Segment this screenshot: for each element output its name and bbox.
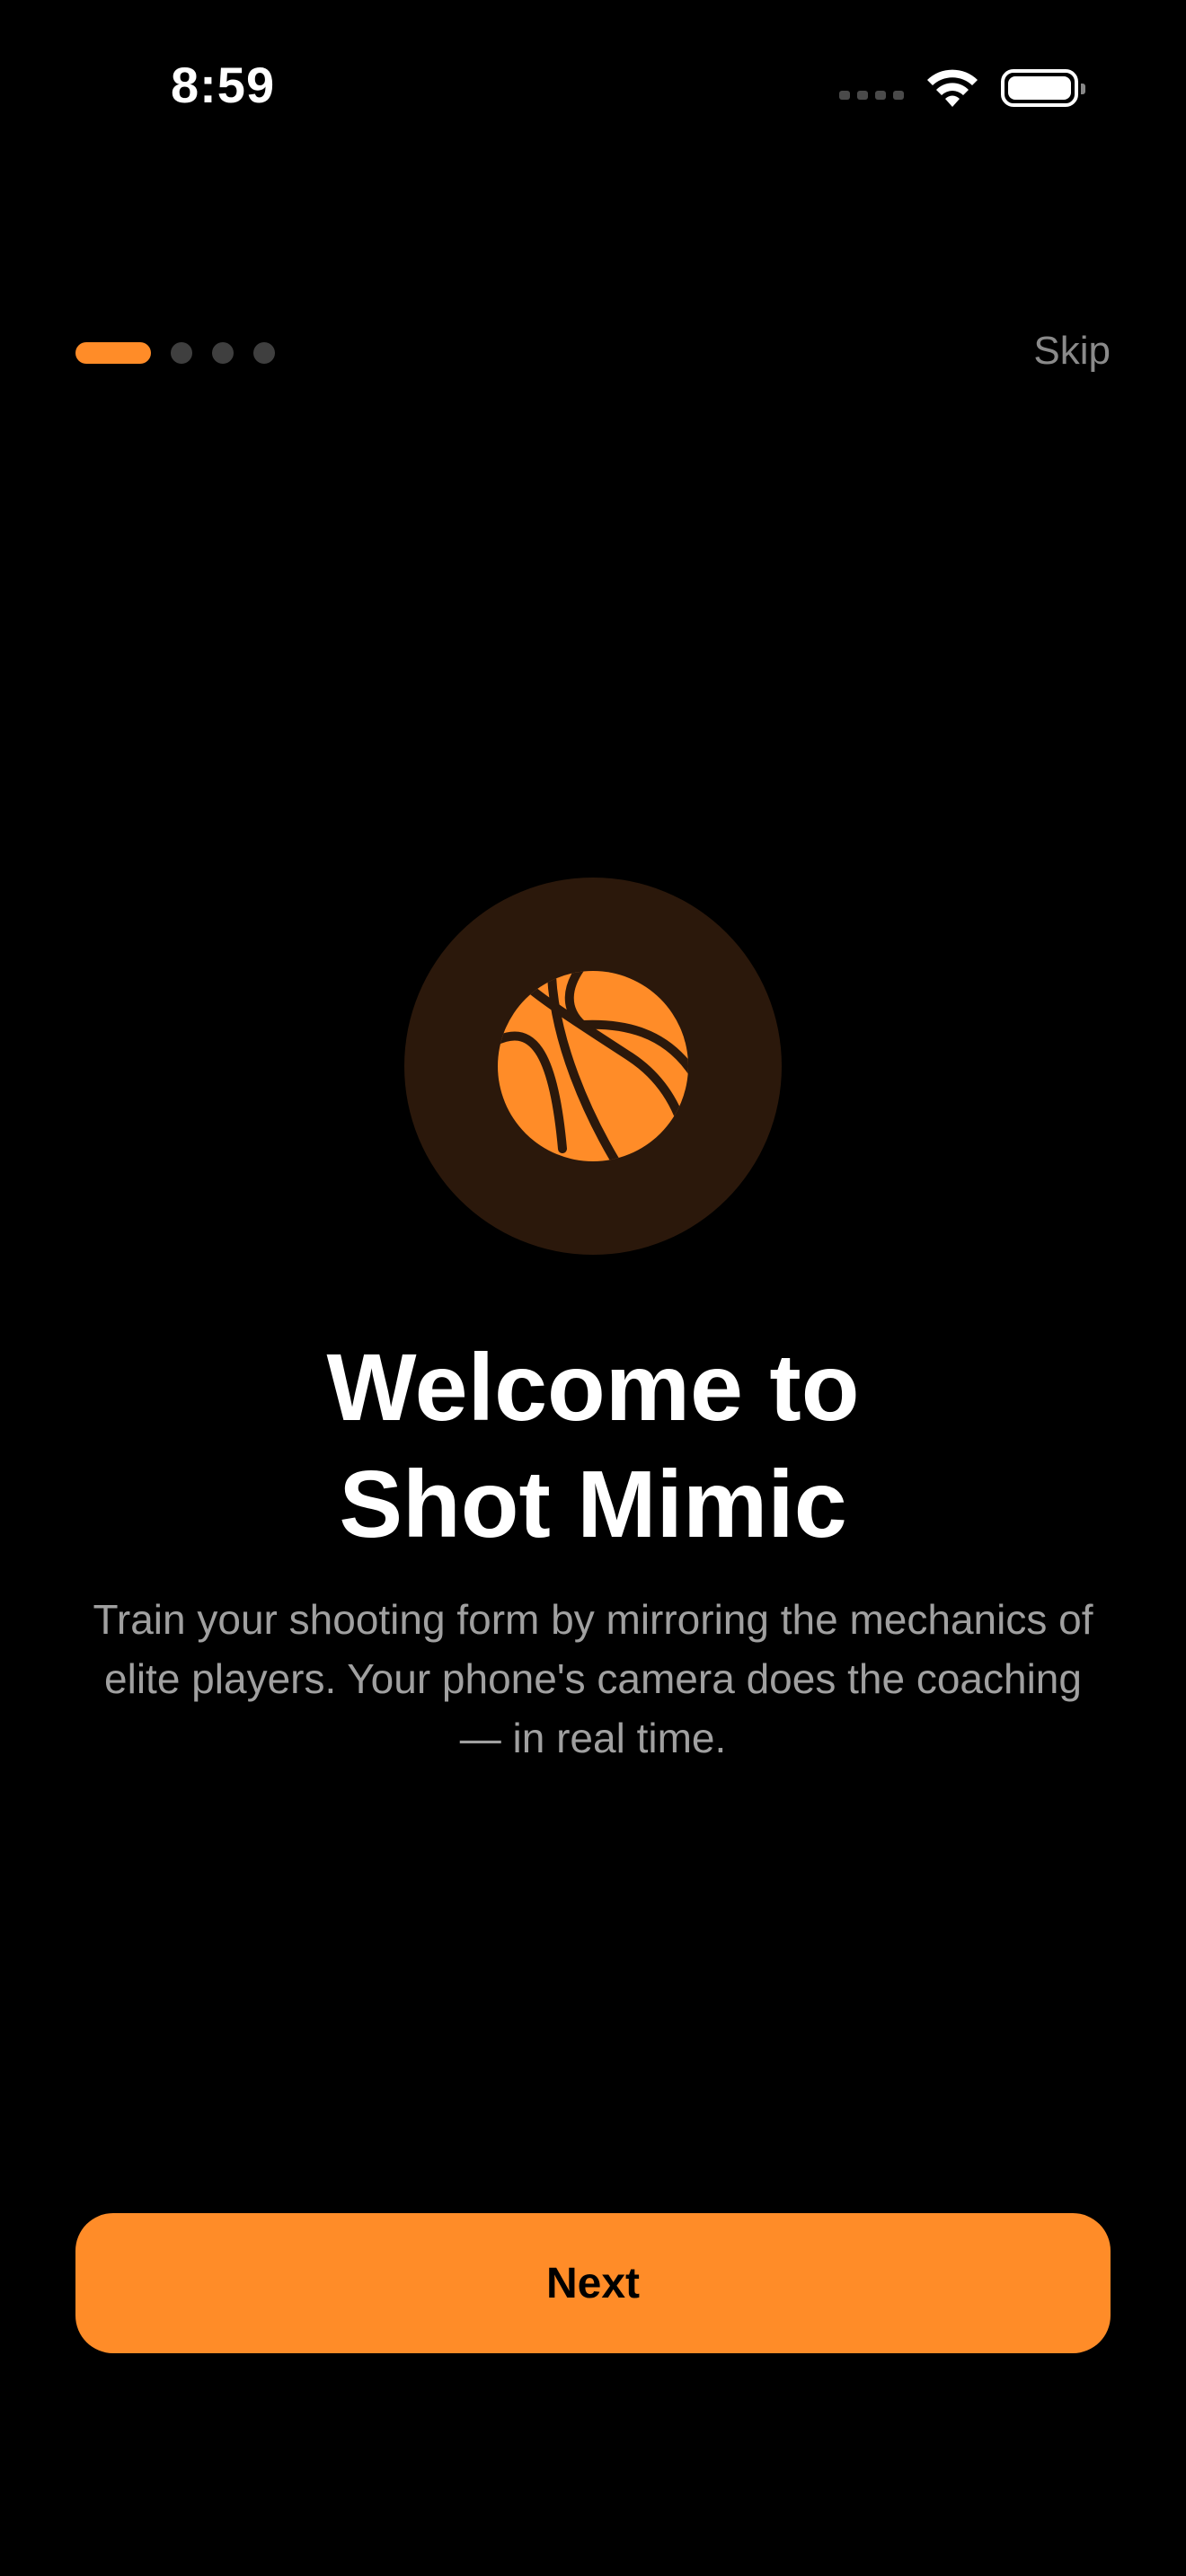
status-time: 8:59 (171, 57, 276, 113)
skip-button[interactable]: Skip (1033, 329, 1111, 374)
title-line-2: Shot Mimic (339, 1451, 847, 1557)
cellular-signal-icon (839, 91, 904, 100)
page-description: Train your shooting form by mirroring th… (93, 1596, 1093, 1761)
battery-icon (1001, 69, 1085, 107)
next-button[interactable]: Next (75, 2213, 1111, 2353)
page-indicator-dot (253, 342, 275, 364)
page-indicator-dot (212, 342, 234, 364)
hero-icon-container (404, 878, 782, 1255)
status-bar: 8:59 (0, 0, 1186, 180)
page-title: Welcome to Shot Mimic (0, 1329, 1186, 1563)
wifi-icon (927, 69, 978, 107)
basketball-icon (498, 971, 688, 1161)
status-icons (839, 65, 1085, 111)
title-line-1: Welcome to (326, 1335, 860, 1441)
page-indicator-active (75, 342, 151, 364)
page-indicator-dot (171, 342, 192, 364)
page-indicator (75, 342, 275, 364)
